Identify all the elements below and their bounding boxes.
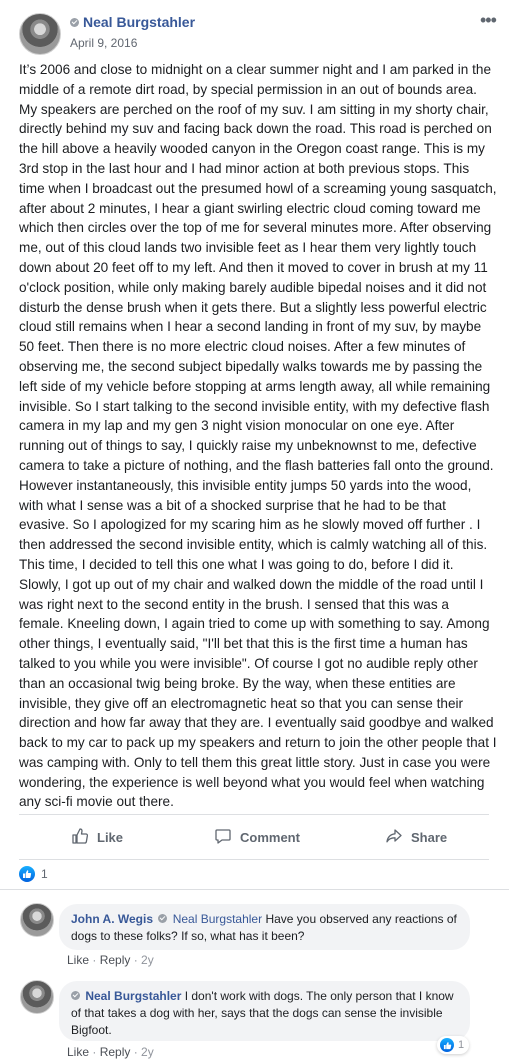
like-button[interactable]: Like: [71, 815, 123, 859]
comment-icon: [214, 827, 232, 848]
like-reaction-icon: [440, 1038, 454, 1052]
comment-reaction[interactable]: 1: [437, 1036, 470, 1054]
reactions-summary[interactable]: 1: [19, 866, 48, 882]
comment-bubble: Neal Burgstahler I don't work with dogs.…: [59, 981, 470, 1041]
author-row: Neal Burgstahler: [70, 14, 195, 30]
comment-like-link[interactable]: Like: [67, 1045, 89, 1059]
post-action-bar: Like Comment Share: [19, 814, 489, 860]
author-name[interactable]: Neal Burgstahler: [83, 14, 195, 30]
post-text: It’s 2006 and close to midnight on a cle…: [19, 62, 497, 810]
verified-icon: [71, 991, 80, 1000]
comment-meta: Like · Reply · 2y: [67, 953, 154, 967]
author-avatar[interactable]: [19, 13, 61, 55]
like-icon: [71, 827, 89, 848]
comments-divider: [0, 889, 509, 890]
comment-reply-link[interactable]: Reply: [100, 1045, 131, 1059]
comment-age[interactable]: 2y: [141, 953, 154, 967]
comment-age[interactable]: 2y: [141, 1045, 154, 1059]
comment-reaction-count: 1: [458, 1039, 465, 1051]
comment-like-link[interactable]: Like: [67, 953, 89, 967]
share-icon: [385, 827, 403, 848]
comment-button[interactable]: Comment: [214, 815, 300, 859]
like-reaction-icon: [19, 866, 35, 882]
share-button[interactable]: Share: [385, 815, 447, 859]
like-label: Like: [97, 829, 124, 845]
comment-bubble: John A. Wegis Neal Burgstahler Have you …: [59, 904, 470, 950]
commenter-avatar[interactable]: [20, 980, 54, 1014]
post-card: Neal Burgstahler April 9, 2016 ••• It’s …: [0, 0, 509, 1064]
post-date[interactable]: April 9, 2016: [70, 36, 137, 50]
comment-author[interactable]: Neal Burgstahler: [85, 989, 181, 1003]
reaction-count: 1: [41, 867, 48, 881]
comment-meta: Like · Reply · 2y: [67, 1045, 154, 1059]
comment-reply-link[interactable]: Reply: [100, 953, 131, 967]
more-icon[interactable]: •••: [480, 10, 497, 31]
comment-mention[interactable]: Neal Burgstahler: [173, 912, 262, 926]
verified-icon: [158, 914, 168, 923]
comment-author[interactable]: John A. Wegis: [71, 912, 153, 926]
share-label: Share: [411, 829, 448, 845]
comment-label: Comment: [240, 829, 300, 845]
verified-icon: [70, 17, 79, 27]
commenter-avatar[interactable]: [20, 903, 54, 937]
